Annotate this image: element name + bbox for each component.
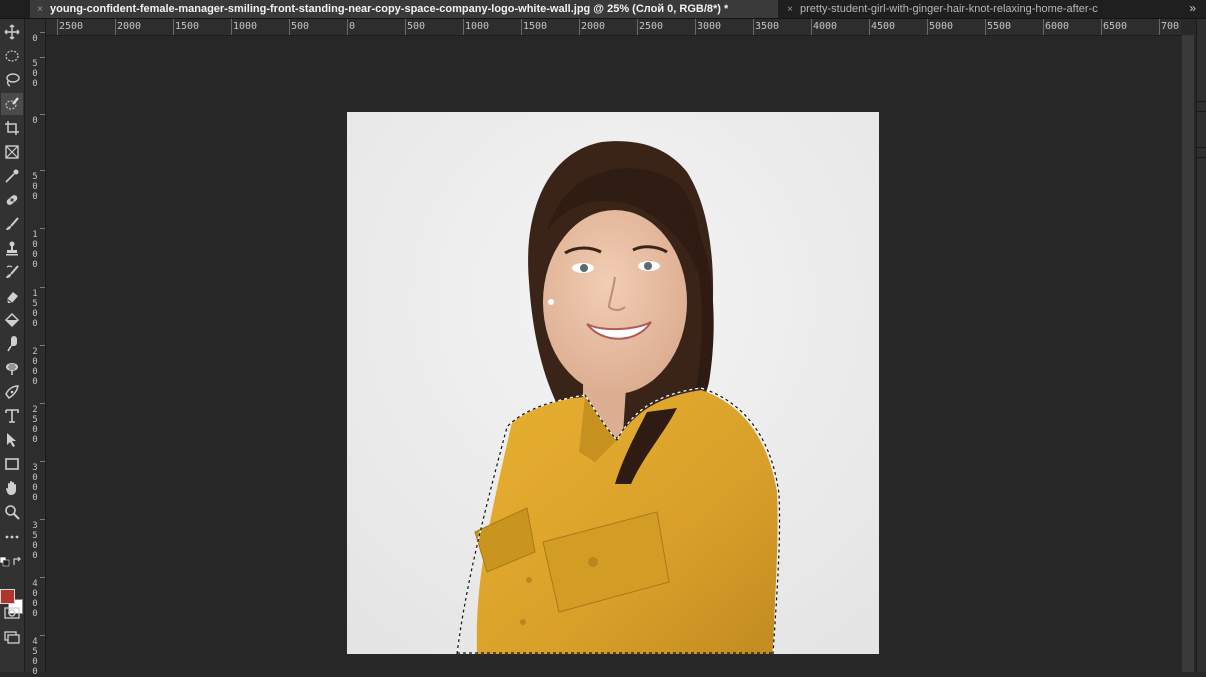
horizontal-ruler[interactable]: 2500 2000 1500 1000 500 0 500 1000 1500 … [46, 19, 1181, 36]
move-icon[interactable] [1, 21, 23, 43]
smudge-icon[interactable] [1, 333, 23, 355]
ruler-label: 6500 [1103, 21, 1128, 32]
tab-second-document[interactable]: × pretty-student-girl-with-ginger-hair-k… [780, 0, 1168, 18]
more-tools-icon[interactable] [1, 526, 23, 548]
tools-panel [0, 19, 25, 672]
ruler-label: 4 0 0 0 [32, 579, 38, 619]
ruler-label: 500 [291, 21, 310, 32]
marquee-icon[interactable] [1, 45, 23, 67]
quick-selection-icon[interactable] [1, 93, 23, 115]
frame-icon[interactable] [1, 141, 23, 163]
document-canvas[interactable] [347, 112, 879, 654]
ruler-label: 4000 [813, 21, 838, 32]
brush-icon[interactable] [1, 213, 23, 235]
vertical-ruler[interactable]: 0 5 0 0 0 5 0 0 1 0 0 0 1 5 0 0 2 0 0 0 … [25, 19, 46, 677]
ruler-label: 3000 [697, 21, 722, 32]
ruler-label: 0 [349, 21, 356, 32]
path-selection-icon[interactable] [1, 429, 23, 451]
collapsed-panels-strip[interactable] [1196, 19, 1206, 672]
ruler-label: 2000 [117, 21, 142, 32]
ruler-label: 3 0 0 0 [32, 463, 38, 503]
ruler-label: 3 5 0 0 [32, 521, 38, 561]
tab-label: pretty-student-girl-with-ginger-hair-kno… [800, 3, 1098, 15]
crop-icon[interactable] [1, 117, 23, 139]
ruler-label: 5 0 0 [32, 59, 38, 89]
healing-brush-icon[interactable] [1, 189, 23, 211]
close-tab-icon[interactable]: × [780, 4, 800, 15]
clone-stamp-icon[interactable] [1, 237, 23, 259]
ruler-label: 5000 [929, 21, 954, 32]
dodge-icon[interactable] [1, 357, 23, 379]
eyedropper-icon[interactable] [1, 165, 23, 187]
ruler-label: 2500 [59, 21, 84, 32]
zoom-icon[interactable] [1, 501, 23, 523]
ruler-label: 2 5 0 0 [32, 405, 38, 445]
ruler-label: 1 0 0 0 [32, 230, 38, 270]
tab-active-document[interactable]: × young-confident-female-manager-smiling… [30, 0, 778, 18]
ruler-label: 700 [1161, 21, 1180, 32]
pen-icon[interactable] [1, 381, 23, 403]
vertical-scrollbar[interactable] [1182, 35, 1194, 672]
ruler-label: 4 5 0 0 [32, 637, 38, 677]
ruler-label: 4500 [871, 21, 896, 32]
ruler-label: 5 0 0 [32, 172, 38, 202]
ruler-label: 500 [407, 21, 426, 32]
ruler-label: 0 [32, 34, 38, 44]
default-colors-icon[interactable] [0, 554, 10, 572]
type-icon[interactable] [1, 405, 23, 427]
tab-label: young-confident-female-manager-smiling-f… [50, 3, 729, 15]
hand-icon[interactable] [1, 477, 23, 499]
ruler-label: 2 0 0 0 [32, 347, 38, 387]
paint-bucket-icon[interactable] [1, 309, 23, 331]
rectangle-icon[interactable] [1, 453, 23, 475]
close-tab-icon[interactable]: × [30, 4, 50, 15]
history-brush-icon[interactable] [1, 261, 23, 283]
ruler-label: 5500 [987, 21, 1012, 32]
tab-overflow-icon[interactable]: » [1189, 1, 1196, 15]
eraser-icon[interactable] [1, 285, 23, 307]
ruler-label: 1 5 0 0 [32, 289, 38, 329]
lasso-icon[interactable] [1, 69, 23, 91]
ruler-label: 2500 [639, 21, 664, 32]
document-tab-bar: × young-confident-female-manager-smiling… [0, 0, 1206, 19]
ruler-label: 6000 [1045, 21, 1070, 32]
ruler-label: 1500 [523, 21, 548, 32]
quick-mask-icon[interactable] [1, 602, 23, 624]
ruler-label: 2000 [581, 21, 606, 32]
ruler-label: 1500 [175, 21, 200, 32]
ruler-label: 0 [32, 116, 38, 126]
ruler-label: 1000 [465, 21, 490, 32]
swap-colors-icon[interactable] [12, 554, 22, 572]
ruler-label: 1000 [233, 21, 258, 32]
ruler-label: 3500 [755, 21, 780, 32]
portrait-photo [347, 112, 879, 654]
screen-mode-icon[interactable] [1, 626, 23, 648]
